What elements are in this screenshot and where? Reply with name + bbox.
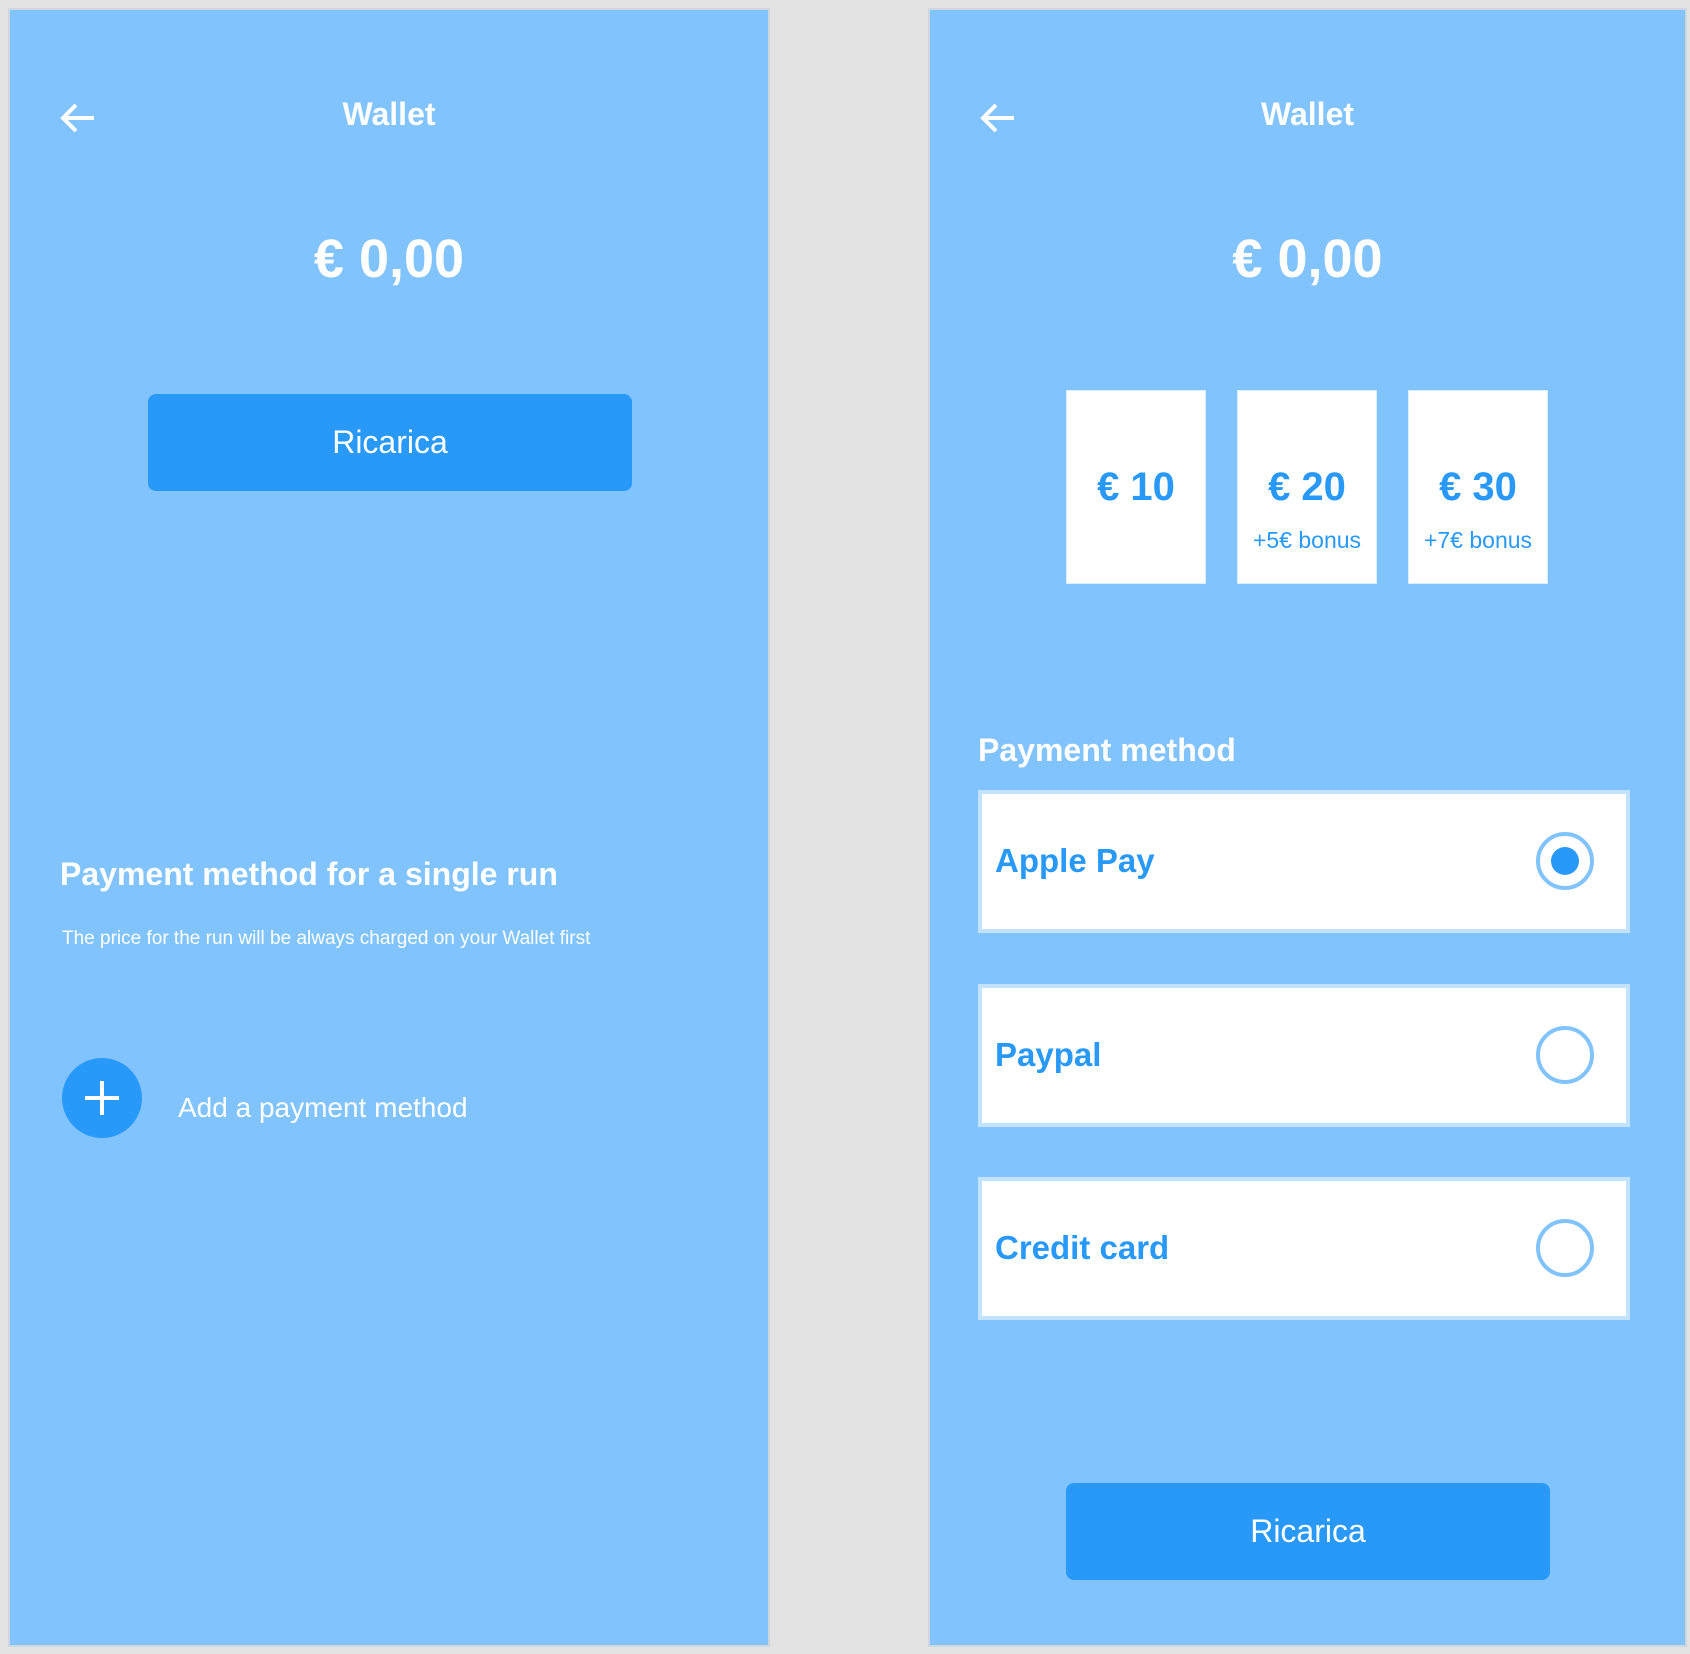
single-run-description: The price for the run will be always cha… <box>62 928 591 949</box>
amount-option-30[interactable]: € 30 +7€ bonus <box>1408 390 1548 584</box>
recharge-button[interactable]: Ricarica <box>148 394 632 491</box>
add-payment-method-link[interactable]: Add a payment method <box>178 1092 468 1124</box>
amount-option-10[interactable]: € 10 <box>1066 390 1206 584</box>
payment-option-paypal[interactable]: Paypal <box>978 984 1630 1127</box>
amount-bonus: +5€ bonus <box>1252 527 1362 553</box>
radio-selected-icon[interactable] <box>1536 832 1594 890</box>
plus-icon[interactable] <box>62 1058 142 1138</box>
wallet-balance: € 0,00 <box>1232 229 1383 289</box>
amount-value: € 20 <box>1268 465 1346 509</box>
radio-unselected-icon[interactable] <box>1536 1219 1594 1277</box>
wallet-balance: € 0,00 <box>313 229 465 289</box>
amount-value: € 30 <box>1439 465 1517 509</box>
amount-bonus: +7€ bonus <box>1423 527 1533 553</box>
single-run-title: Payment method for a single run <box>60 856 558 892</box>
payment-option-label: Credit card <box>995 1229 1170 1266</box>
payment-method-title: Payment method <box>978 732 1236 768</box>
radio-unselected-icon[interactable] <box>1536 1026 1594 1084</box>
amount-value: € 10 <box>1097 465 1175 509</box>
wallet-screen-left: Wallet € 0,00 Ricarica Payment method fo… <box>8 8 770 1647</box>
wallet-screen-right: Wallet € 0,00 € 10 € 20 +5€ bonus € 30 +… <box>928 8 1687 1647</box>
payment-option-credit-card[interactable]: Credit card <box>978 1177 1630 1320</box>
page-title: Wallet <box>1260 96 1355 132</box>
payment-option-label: Apple Pay <box>995 842 1155 879</box>
payment-option-apple-pay[interactable]: Apple Pay <box>978 790 1630 933</box>
amount-option-20[interactable]: € 20 +5€ bonus <box>1237 390 1377 584</box>
payment-option-label: Paypal <box>995 1036 1102 1073</box>
page-title: Wallet <box>342 96 436 132</box>
recharge-button[interactable]: Ricarica <box>1066 1483 1550 1580</box>
